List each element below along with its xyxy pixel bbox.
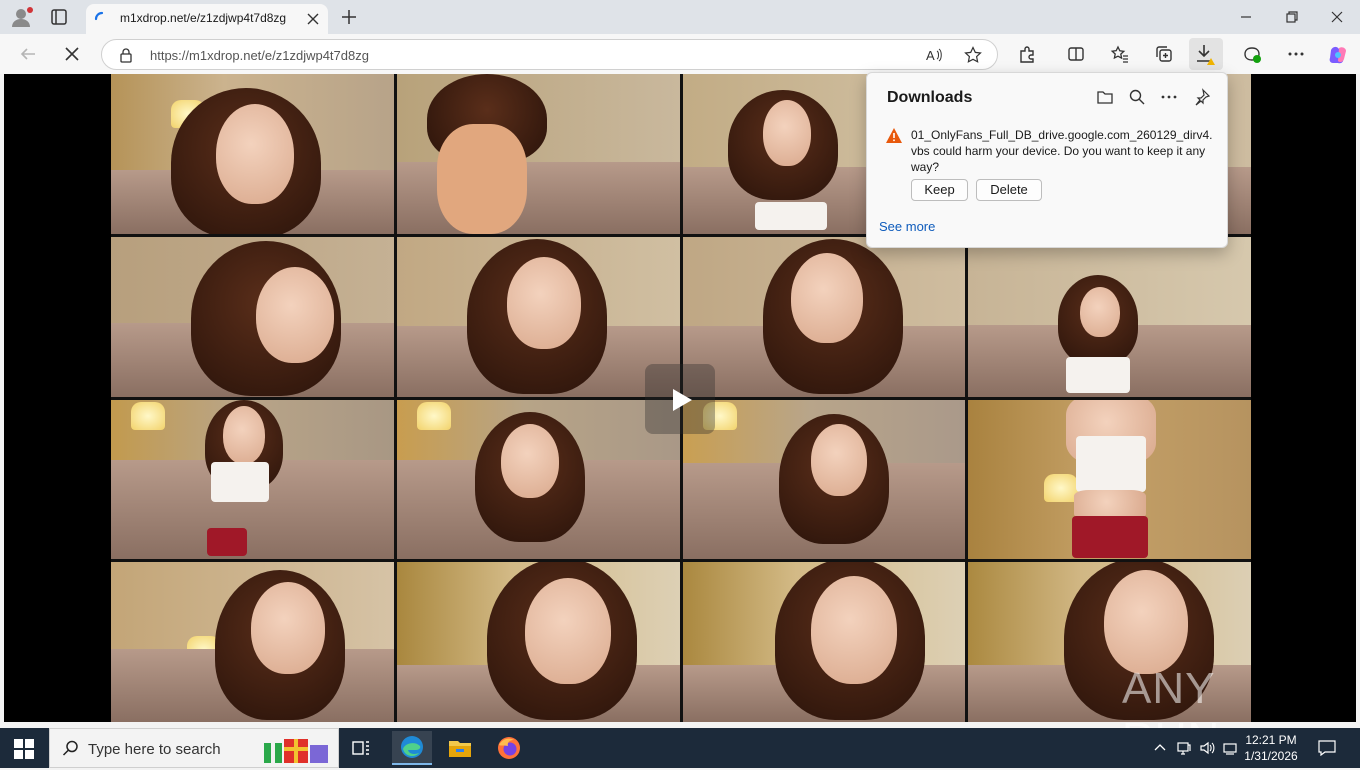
play-button[interactable] [645, 364, 715, 434]
see-more-link[interactable]: See more [879, 219, 935, 234]
windows-start-icon[interactable] [14, 739, 34, 759]
downloads-button[interactable] [1189, 38, 1223, 70]
video-frame [682, 562, 966, 722]
back-arrow-icon[interactable] [18, 44, 38, 64]
browser-essentials-icon[interactable] [1242, 44, 1262, 64]
video-frame [968, 399, 1251, 560]
video-frame [682, 236, 966, 397]
volume-icon[interactable] [1199, 740, 1215, 756]
restore-icon[interactable] [1284, 9, 1300, 25]
video-frame [111, 74, 394, 234]
svg-text:A: A [926, 48, 935, 63]
more-menu-icon[interactable] [1286, 44, 1306, 64]
anyrun-watermark: ANY RUN [1116, 654, 1316, 763]
taskbar-search-box[interactable]: Type here to search [49, 728, 339, 768]
video-frame [396, 74, 680, 234]
firefox-icon[interactable] [495, 734, 523, 762]
windows-taskbar: Type here to search 12:21 PM 1/31/2026 [0, 728, 1360, 768]
more-options-icon[interactable] [1160, 88, 1178, 106]
new-tab-button[interactable] [340, 8, 358, 26]
network-icon[interactable] [1176, 740, 1192, 756]
lock-icon[interactable] [118, 47, 134, 63]
browser-toolbar: https://m1xdrop.net/e/z1zdjwp4t7d8zg A [0, 34, 1360, 74]
open-folder-icon[interactable] [1096, 88, 1114, 106]
keep-button[interactable]: Keep [911, 179, 968, 201]
search-icon [62, 739, 80, 757]
loading-favicon-icon [94, 11, 110, 27]
close-window-icon[interactable] [1329, 9, 1345, 25]
video-frame [682, 399, 966, 560]
notifications-icon[interactable] [1318, 740, 1336, 757]
search-icon[interactable] [1128, 88, 1146, 106]
video-frame [111, 399, 394, 560]
split-screen-icon[interactable] [1066, 44, 1086, 64]
profile-icon[interactable] [10, 6, 34, 28]
video-frame [396, 236, 680, 397]
delete-button[interactable]: Delete [976, 179, 1042, 201]
system-clock[interactable]: 12:21 PM 1/31/2026 [1238, 732, 1304, 764]
tab-actions-icon[interactable] [50, 8, 68, 26]
close-tab-icon[interactable] [306, 12, 320, 26]
stop-loading-icon[interactable] [62, 44, 82, 64]
warning-icon [885, 127, 903, 145]
video-frame [396, 562, 680, 722]
tab-strip: m1xdrop.net/e/z1zdjwp4t7d8zg [0, 0, 1360, 34]
keyboard-language-icon[interactable] [1222, 740, 1238, 756]
downloads-flyout: Downloads 01_OnlyFans_Full_DB_drive.goog… [866, 72, 1228, 248]
favorites-icon[interactable] [1110, 44, 1130, 64]
video-frame [968, 236, 1251, 397]
pin-icon[interactable] [1193, 88, 1211, 106]
collections-icon[interactable] [1154, 44, 1174, 64]
video-frame [111, 236, 394, 397]
address-bar[interactable]: https://m1xdrop.net/e/z1zdjwp4t7d8zg A [101, 39, 998, 70]
downloads-title: Downloads [887, 89, 973, 106]
url-text[interactable]: https://m1xdrop.net/e/z1zdjwp4t7d8zg [150, 48, 369, 63]
chevron-up-icon[interactable] [1152, 740, 1168, 756]
tab-title: m1xdrop.net/e/z1zdjwp4t7d8zg [120, 11, 287, 25]
video-frame [396, 399, 680, 560]
clock-time: 12:21 PM [1245, 733, 1297, 747]
search-placeholder: Type here to search [88, 741, 221, 758]
gift-boxes-icon[interactable] [262, 733, 332, 765]
minimize-icon[interactable] [1238, 9, 1254, 25]
extensions-icon[interactable] [1017, 44, 1037, 64]
clock-date: 1/31/2026 [1244, 749, 1298, 763]
favorite-star-icon[interactable] [964, 46, 982, 64]
edge-taskbar-icon[interactable] [392, 731, 432, 765]
task-view-icon[interactable] [347, 734, 375, 762]
read-aloud-icon[interactable]: A [925, 46, 943, 64]
file-explorer-icon[interactable] [446, 734, 474, 762]
tab-active[interactable]: m1xdrop.net/e/z1zdjwp4t7d8zg [86, 4, 328, 34]
copilot-icon[interactable] [1327, 44, 1347, 64]
download-warning-text: 01_OnlyFans_Full_DB_drive.google.com_260… [911, 128, 1213, 174]
video-frame [111, 562, 394, 722]
